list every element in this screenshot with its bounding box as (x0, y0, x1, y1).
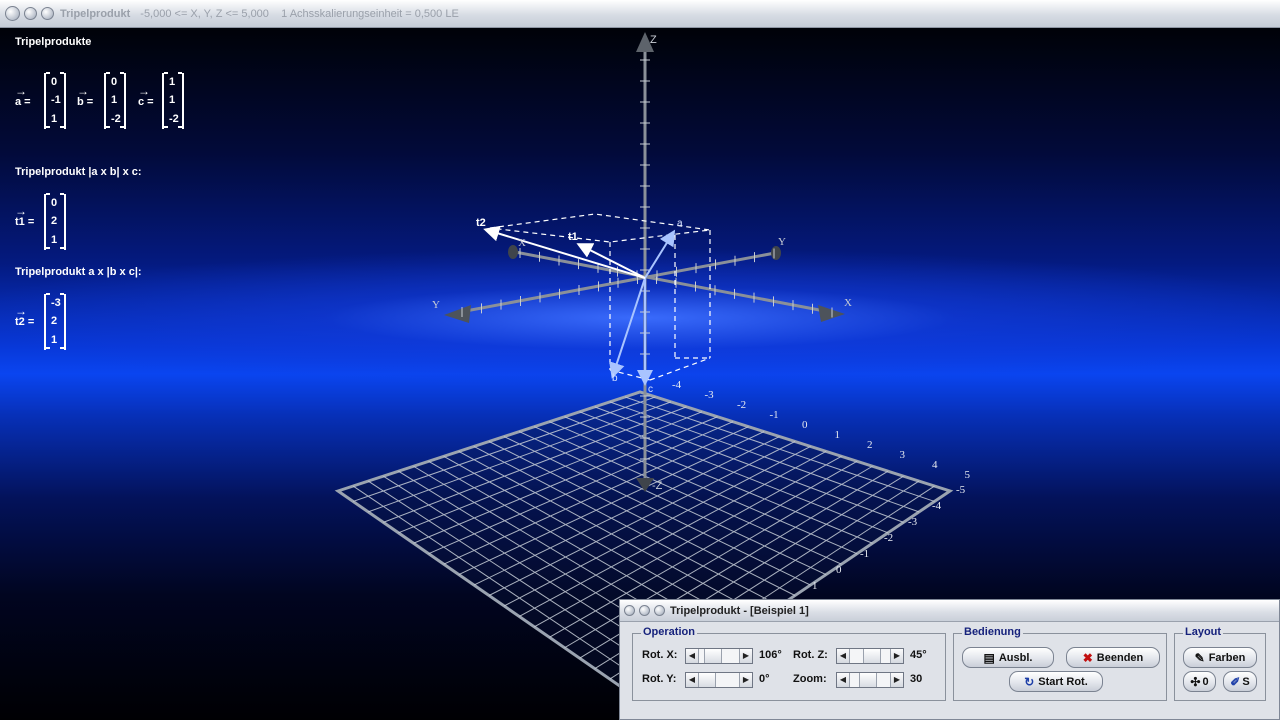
window-close-button[interactable] (5, 6, 20, 21)
x-axis-label: X (844, 297, 852, 309)
y-axis (444, 246, 781, 323)
rot-z-thumb[interactable] (863, 649, 881, 663)
null-button[interactable]: ✣ 0 (1183, 671, 1216, 692)
zoom-left-arrow[interactable]: ◀ (837, 673, 850, 687)
grid-label-a: -3 (705, 389, 715, 401)
grid-label-a: -2 (737, 399, 746, 411)
window-range-info: -5,000 <= X, Y, Z <= 5,000 1 Achsskalier… (140, 7, 459, 20)
grid-label-b: -2 (884, 532, 893, 544)
zoom-slider[interactable]: ◀ ▶ (836, 672, 904, 688)
window-minimize-button[interactable] (24, 7, 37, 20)
vector-t2-name: → t2 = (15, 304, 35, 328)
grid-label-a: -4 (672, 379, 682, 391)
crosshair-icon: ✣ (1190, 674, 1201, 689)
rot-y-thumb[interactable] (698, 673, 716, 687)
t2-heading: Tripelprodukt a x |b x c|: (15, 266, 142, 278)
rot-z-left-arrow[interactable]: ◀ (837, 649, 850, 663)
rot-z-label: Rot. Z: (793, 649, 828, 661)
grid-label-a: 2 (867, 439, 873, 451)
grid-label-b: -1 (860, 548, 869, 560)
vector-a (644, 229, 676, 279)
panel-heading: Tripelprodukte (15, 36, 92, 48)
zoom-right-arrow[interactable]: ▶ (890, 673, 903, 687)
rotate-icon: ↻ (1024, 674, 1035, 689)
vector-a-name: → a = (15, 84, 31, 108)
rot-x-thumb[interactable] (704, 649, 722, 663)
z-neg-axis-label: -Z (652, 480, 663, 492)
rot-y-slider[interactable]: ◀ ▶ (685, 672, 753, 688)
window-menu-button[interactable] (41, 7, 54, 20)
grid-label-b: -3 (908, 516, 918, 528)
operation-group: Operation Rot. X: ◀ ▶ 106° Rot. Z: ◀ ▶ 4… (632, 626, 946, 701)
dialog-titlebar[interactable]: Tripelprodukt - [Beispiel 1] (620, 600, 1279, 622)
dialog-close-button[interactable] (624, 605, 635, 616)
grid-label-b: 0 (836, 564, 842, 576)
vector-c-name: → c = (138, 84, 154, 108)
grid-label-a: -1 (770, 409, 779, 421)
zoom-thumb[interactable] (859, 673, 877, 687)
dialog-minimize-button[interactable] (639, 605, 650, 616)
beenden-button[interactable]: ✖ Beenden (1066, 647, 1160, 668)
window-titlebar: Tripelprodukt -5,000 <= X, Y, Z <= 5,000… (0, 0, 1280, 28)
zoom-label: Zoom: (793, 673, 827, 685)
operation-group-label: Operation (641, 626, 697, 638)
dialog-title: Tripelprodukt - [Beispiel 1] (670, 604, 809, 617)
vector-c-matrix: 1 1 -2 (162, 72, 184, 129)
rot-z-right-arrow[interactable]: ▶ (890, 649, 903, 663)
grid-label-b: 1 (812, 580, 818, 592)
start-rot-button[interactable]: ↻ Start Rot. (1009, 671, 1103, 692)
brush-icon: ✎ (1194, 650, 1205, 665)
rot-x-value: 106° (759, 649, 782, 661)
rot-z-value: 45° (910, 649, 927, 661)
rot-z-slider[interactable]: ◀ ▶ (836, 648, 904, 664)
window-title: Tripelprodukt (60, 7, 131, 20)
rot-y-value: 0° (759, 673, 770, 685)
vector-b-name: → b = (77, 84, 94, 108)
rot-y-right-arrow[interactable]: ▶ (739, 673, 752, 687)
layout-group-label: Layout (1183, 626, 1224, 638)
close-icon: ✖ (1082, 650, 1093, 665)
rot-y-label: Rot. Y: (642, 673, 677, 685)
layout-group: Layout ✎ Farben ✣ 0 ✐ S (1174, 626, 1266, 701)
label-c: c (648, 384, 653, 395)
ausbl-button[interactable]: ▤ Ausbl. (962, 647, 1054, 668)
control-dialog: Tripelprodukt - [Beispiel 1] Operation R… (619, 599, 1280, 720)
rot-x-slider[interactable]: ◀ ▶ (685, 648, 753, 664)
dialog-menu-button[interactable] (654, 605, 665, 616)
z-axis-label: Z (650, 34, 657, 46)
vector-b (609, 277, 646, 379)
vector-b-matrix: 0 1 -2 (104, 72, 126, 129)
x-axis (508, 245, 845, 322)
x-neg-axis-label: X (518, 237, 526, 249)
vector-a-matrix: 0 -1 1 (44, 72, 66, 129)
s-button[interactable]: ✐ S (1223, 671, 1257, 692)
label-t2: t2 (476, 217, 486, 229)
y-axis-label: Y (432, 299, 440, 311)
zoom-value: 30 (910, 673, 923, 685)
rot-x-right-arrow[interactable]: ▶ (739, 649, 752, 663)
label-b: b (612, 373, 618, 384)
bedienung-group: Bedienung ▤ Ausbl. ✖ Beenden ↻ Start Rot. (953, 626, 1167, 701)
grid-label-a: 5 (965, 469, 971, 481)
farben-button[interactable]: ✎ Farben (1183, 647, 1257, 668)
vector-t2-matrix: -3 2 1 (44, 293, 66, 350)
t1-heading: Tripelprodukt |a x b| x c: (15, 166, 142, 178)
rot-x-left-arrow[interactable]: ◀ (686, 649, 699, 663)
grid-label-b: -4 (932, 500, 942, 512)
vector-t1-matrix: 0 2 1 (44, 193, 66, 250)
bedienung-group-label: Bedienung (962, 626, 1023, 638)
label-a: a (677, 218, 683, 229)
pencil-icon: ✐ (1230, 674, 1241, 689)
y-neg-axis-label: Y (778, 236, 786, 248)
grid-label-a: 0 (802, 419, 808, 431)
grid-label-b: -5 (956, 484, 966, 496)
label-t1: t1 (568, 231, 578, 243)
grid-label-a: 4 (932, 459, 938, 471)
hide-icon: ▤ (983, 650, 995, 665)
grid-label-a: 1 (835, 429, 841, 441)
vector-t1-name: → t1 = (15, 204, 35, 228)
rot-x-label: Rot. X: (642, 649, 678, 661)
grid-label-a: 3 (900, 449, 906, 461)
